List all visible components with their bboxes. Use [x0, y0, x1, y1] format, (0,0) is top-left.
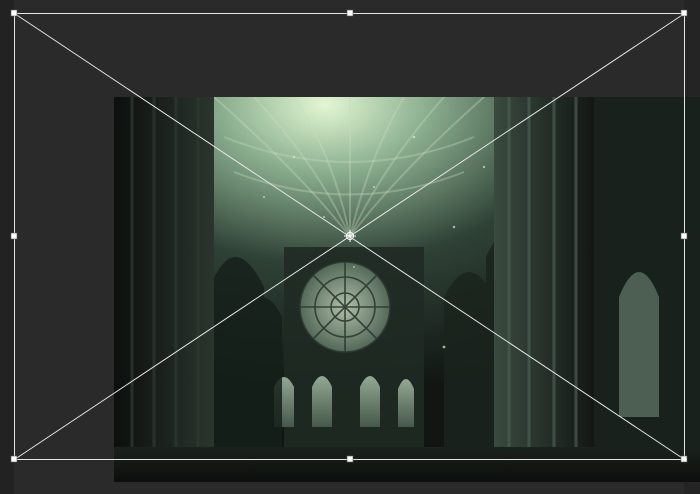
handle-top-center[interactable] [346, 9, 354, 17]
handle-top-left[interactable] [10, 9, 18, 17]
handle-middle-left[interactable] [10, 232, 18, 240]
cathedral-photo [114, 97, 700, 482]
handle-bottom-left[interactable] [10, 455, 18, 463]
cathedral-image-layer[interactable] [114, 97, 700, 482]
handle-middle-right[interactable] [680, 232, 688, 240]
canvas-pasteboard [0, 0, 700, 494]
handle-bottom-center[interactable] [346, 455, 354, 463]
handle-bottom-right[interactable] [680, 455, 688, 463]
handle-top-right[interactable] [680, 9, 688, 17]
pasteboard-edge-left [0, 0, 14, 494]
